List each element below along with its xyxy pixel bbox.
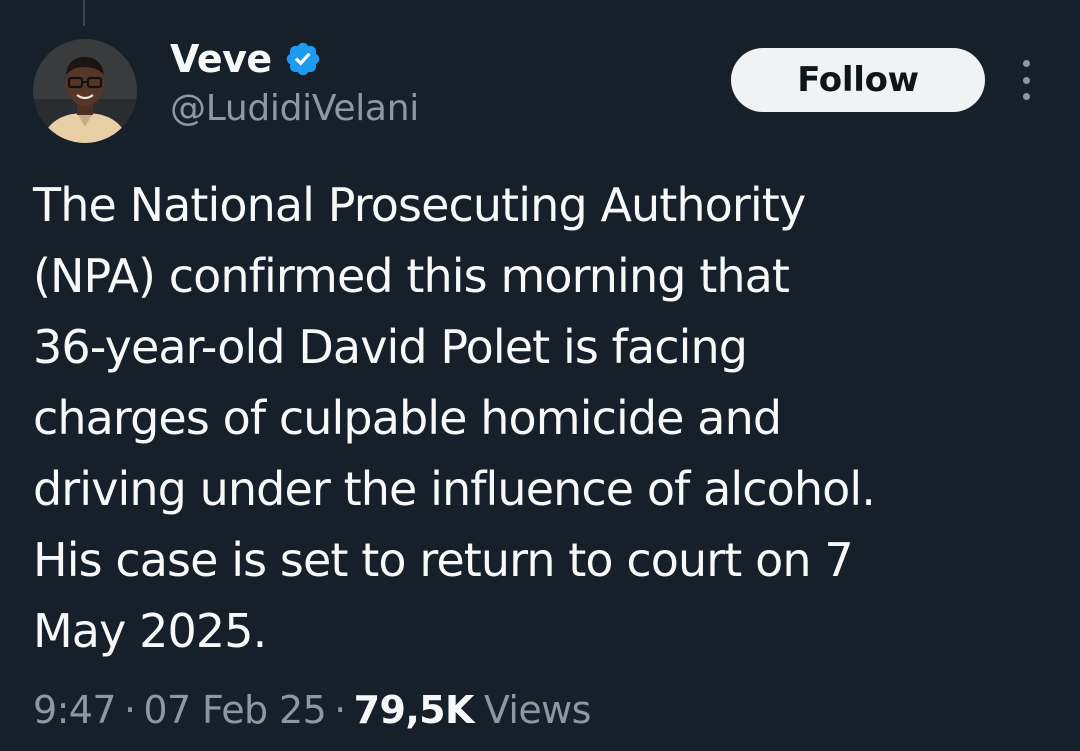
tweet-meta: 9:47 · 07 Feb 25 · 79,5K Views: [33, 684, 591, 736]
follow-button[interactable]: Follow: [731, 48, 985, 112]
avatar[interactable]: [33, 39, 137, 143]
verified-badge-icon[interactable]: [284, 40, 322, 78]
more-options-icon[interactable]: [1014, 60, 1038, 100]
tweet-time[interactable]: 9:47: [33, 688, 117, 732]
tweet-text-line: May 2025.: [33, 604, 267, 658]
thread-connector-line: [83, 0, 85, 26]
author-display-name[interactable]: Veve: [170, 37, 272, 81]
author-name-row: Veve: [170, 34, 322, 84]
tweet-text-line: 36-year-old David Polet is facing: [33, 320, 748, 374]
more-dot: [1022, 60, 1030, 67]
author-handle[interactable]: @LudidiVelani: [170, 88, 419, 129]
tweet-text-line: charges of culpable homicide and: [33, 391, 782, 445]
tweet-text-line: driving under the influence of alcohol.: [33, 462, 876, 516]
more-dot: [1022, 93, 1030, 100]
tweet-text-line: (NPA) confirmed this morning that: [33, 249, 790, 303]
tweet-date[interactable]: 07 Feb 25: [143, 688, 326, 732]
meta-separator: ·: [334, 688, 346, 732]
tweet-text-line: The National Prosecuting Authority: [33, 178, 806, 232]
tweet-text: The National Prosecuting Authority (NPA)…: [33, 170, 1053, 667]
tweet-text-line: His case is set to return to court on 7: [33, 533, 854, 587]
views-label: Views: [483, 688, 592, 732]
more-dot: [1022, 76, 1030, 84]
views-count[interactable]: 79,5K: [354, 688, 475, 732]
avatar-image: [33, 39, 137, 143]
meta-separator: ·: [123, 688, 136, 732]
